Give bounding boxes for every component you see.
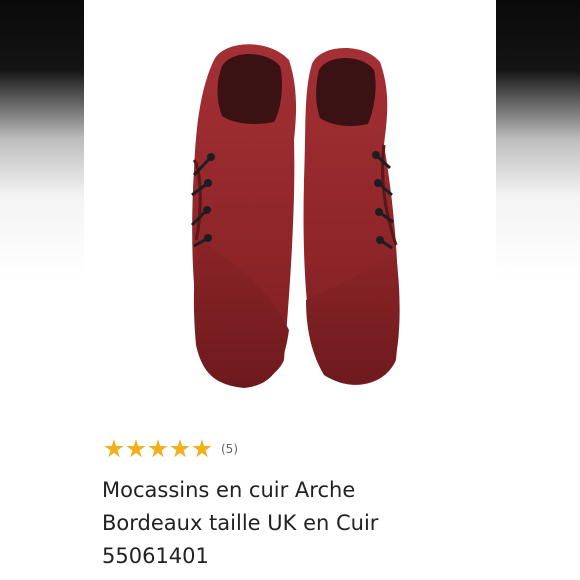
right-shoe [303,47,400,385]
star-icon [126,439,146,458]
star-icon [148,439,168,458]
left-shoe [190,44,297,388]
star-icon [104,439,124,458]
review-count[interactable]: (5) [221,442,238,456]
product-title-line: Mocassins en cuir Arche [102,478,356,502]
left-backdrop [0,0,84,580]
star-icon [192,439,212,458]
product-image[interactable] [84,0,496,420]
product-title-line: Bordeaux taille UK en Cuir [102,511,379,535]
product-title[interactable]: Mocassins en cuir Arche Bordeaux taille … [102,474,482,573]
rating[interactable]: (5) [104,437,238,461]
product-card[interactable]: (5) Mocassins en cuir Arche Bordeaux tai… [84,0,496,580]
star-rating [104,439,212,459]
right-backdrop [496,0,580,580]
product-title-line: 55061401 [102,544,209,568]
star-icon [170,439,190,458]
